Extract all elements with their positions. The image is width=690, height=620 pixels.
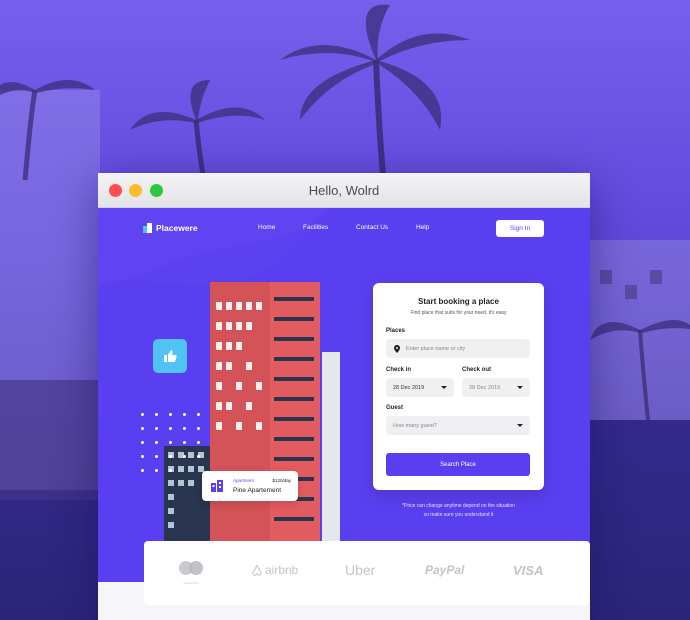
map-pin-icon [394, 345, 400, 353]
visa-logo: VISA [513, 563, 544, 578]
building-icon [211, 480, 223, 492]
thumbs-up-tile [153, 339, 187, 373]
places-input[interactable]: Enter place name or city [386, 339, 530, 358]
price-note: *Price can change anytime depend on the … [373, 502, 544, 520]
mastercard-logo: mastercard [178, 561, 204, 585]
checkin-label: Check in [386, 367, 412, 373]
nav-link-home[interactable]: Home [258, 224, 275, 231]
apartment-price: $120/day [272, 478, 291, 483]
window-title: Hello, Wolrd [308, 183, 380, 198]
brand-name: Placewere [156, 223, 198, 233]
brand-logo[interactable]: Placewere [143, 223, 198, 233]
apartment-card[interactable]: Apartment $120/day Pine Apartement [202, 471, 298, 501]
top-nav: Placewere Home Facilities Contact Us Hel… [98, 208, 590, 248]
guest-label: Guest [386, 405, 404, 411]
form-subtitle: Find place that suits for your need, it'… [410, 310, 507, 316]
booking-form: Start booking a place Find place that su… [373, 283, 544, 490]
paypal-logo: PayPal [425, 563, 465, 577]
sign-in-button[interactable]: Sign In [496, 220, 544, 237]
places-label: Places [386, 328, 406, 334]
checkin-value: 28 Dec 2019 [393, 384, 425, 391]
window-titlebar: Hello, Wolrd [98, 173, 590, 208]
landing-page: Placewere Home Facilities Contact Us Hel… [98, 208, 590, 620]
thumbs-up-icon [164, 350, 177, 362]
mastercard-icon [179, 561, 203, 575]
mastercard-text: mastercard [183, 581, 199, 585]
partner-logos: mastercard airbnb Uber PayPal VISA [144, 541, 590, 605]
apartment-name: Pine Apartement [233, 487, 282, 494]
nav-link-contact[interactable]: Contact Us [356, 224, 388, 231]
decorative-dots [141, 413, 203, 475]
chevron-down-icon [441, 386, 447, 389]
apartment-type: Apartment [233, 478, 254, 483]
airbnb-logo: airbnb [252, 563, 298, 577]
guest-placeholder: How many guest? [393, 422, 438, 429]
form-title: Start booking a place [418, 297, 499, 306]
chevron-down-icon [517, 386, 523, 389]
guest-select[interactable]: How many guest? [386, 416, 530, 435]
places-placeholder: Enter place name or city [406, 345, 466, 352]
price-note-line-1: *Price can change anytime depend on the … [402, 503, 515, 509]
checkout-value: 28 Dec 2019 [469, 384, 501, 391]
building-logo-icon [143, 223, 152, 233]
airbnb-text: airbnb [265, 563, 299, 577]
uber-logo: Uber [345, 562, 376, 578]
building-photo [164, 282, 340, 542]
browser-window: Hello, Wolrd Placewere Home Facilities C… [98, 173, 590, 620]
nav-link-help[interactable]: Help [416, 224, 429, 231]
airbnb-icon [252, 564, 262, 576]
nav-link-facilities[interactable]: Facilities [303, 224, 328, 231]
checkin-select[interactable]: 28 Dec 2019 [386, 378, 454, 397]
price-note-line-2: so make sure you understand it [423, 512, 494, 518]
chevron-down-icon [517, 424, 523, 427]
search-place-button[interactable]: Search Place [386, 453, 530, 476]
checkout-label: Check out [462, 367, 492, 373]
checkout-select[interactable]: 28 Dec 2019 [462, 378, 530, 397]
